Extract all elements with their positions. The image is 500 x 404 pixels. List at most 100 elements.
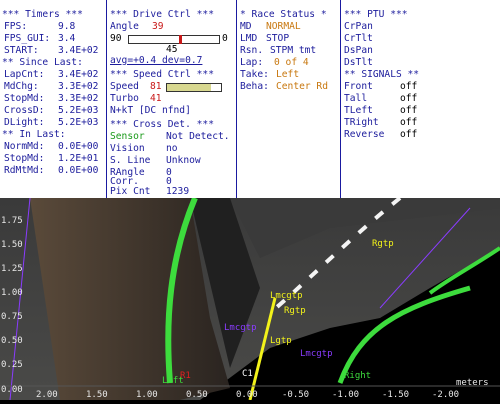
lap-value: 0 of 4 bbox=[274, 57, 309, 68]
rsn-label: Rsn. bbox=[240, 45, 264, 56]
timers-title: *** Timers *** bbox=[2, 9, 83, 20]
stopmd-last-label: StopMd: bbox=[4, 153, 45, 164]
dlight-value: 5.2E+03 bbox=[58, 117, 99, 128]
fps-gui-value: 3.4 bbox=[58, 33, 76, 44]
angle-marker bbox=[179, 35, 182, 44]
signals-title: ** SIGNALS ** bbox=[344, 69, 420, 80]
x-tick: 0.00 bbox=[236, 390, 258, 400]
lmcgtp-purple-marker: Lmcgtp bbox=[224, 323, 257, 333]
angle-range-max: 0 bbox=[222, 33, 228, 44]
nkt-status: N+kT [DC nfnd] bbox=[110, 105, 191, 116]
speed-value: 81 bbox=[150, 81, 162, 92]
x-tick: -1.50 bbox=[382, 390, 410, 400]
lmd-value: STOP bbox=[266, 33, 290, 44]
x-tick: -1.00 bbox=[332, 390, 360, 400]
signal-tleft-label: TLeft bbox=[344, 105, 373, 116]
rdmtmd-value: 0.0E+00 bbox=[58, 165, 99, 176]
signal-reverse-value: off bbox=[400, 129, 418, 140]
cross-det-title: *** Cross Det. *** bbox=[110, 119, 214, 130]
signal-tleft-value: off bbox=[400, 105, 418, 116]
ptu-title: *** PTU *** bbox=[344, 9, 408, 20]
crossd-value: 5.2E+03 bbox=[58, 105, 99, 116]
speed-label: Speed bbox=[110, 81, 139, 92]
column-divider bbox=[340, 0, 341, 198]
x-tick: -0.50 bbox=[282, 390, 310, 400]
lmcgtp-marker: Lmcgtp bbox=[270, 291, 303, 301]
take-label: Take: bbox=[240, 69, 269, 80]
signal-reverse-label: Reverse bbox=[344, 129, 385, 140]
mdchg-value: 3.3E+02 bbox=[58, 81, 99, 92]
rgtp-near-marker: Rgtp bbox=[284, 306, 306, 316]
turbo-label: Turbo bbox=[110, 93, 139, 104]
x-tick: 0.50 bbox=[186, 390, 208, 400]
speed-bar bbox=[166, 83, 222, 92]
ptu-item-dspan: DsPan bbox=[344, 45, 373, 56]
angle-avg-dev: avg=+0.4 dev=0.7 bbox=[110, 55, 203, 66]
y-tick: 0.00 bbox=[1, 385, 23, 395]
y-tick: 0.75 bbox=[1, 312, 23, 322]
sensor-label: Sensor bbox=[110, 131, 145, 142]
speed-bar-fill bbox=[167, 84, 211, 91]
stopmd-value: 3.3E+02 bbox=[58, 93, 99, 104]
start-label: START: bbox=[4, 45, 39, 56]
rdmtmd-label: RdMtMd: bbox=[4, 165, 45, 176]
rsn-value: STPM tmt bbox=[270, 45, 317, 56]
start-value: 3.4E+02 bbox=[58, 45, 99, 56]
c1-marker: C1 bbox=[242, 369, 253, 379]
x-tick: 2.00 bbox=[36, 390, 58, 400]
lmd-label: LMD bbox=[240, 33, 258, 44]
signal-tright-value: off bbox=[400, 117, 418, 128]
status-panel: *** Timers *** FPS: 9.8 FPS_GUI: 3.4 STA… bbox=[0, 0, 500, 198]
signal-front-label: Front bbox=[344, 81, 373, 92]
sensor-value: Not Detect. bbox=[166, 131, 230, 142]
md-label: MD bbox=[240, 21, 252, 32]
race-status-title: * Race Status * bbox=[240, 9, 327, 20]
fps-label: FPS: bbox=[4, 21, 28, 32]
angle-bar bbox=[128, 35, 220, 44]
angle-label: Angle bbox=[110, 21, 139, 32]
y-tick: 0.25 bbox=[1, 360, 23, 370]
stopmd-label: StopMd: bbox=[4, 93, 45, 104]
column-divider bbox=[236, 0, 237, 198]
signal-front-value: off bbox=[400, 81, 418, 92]
beha-value: Center Rd bbox=[276, 81, 328, 92]
signal-tall-value: off bbox=[400, 93, 418, 104]
since-last-title: ** Since Last: bbox=[2, 57, 83, 68]
normmd-label: NormMd: bbox=[4, 141, 45, 152]
pix-cnt-label: Pix Cnt bbox=[110, 186, 151, 197]
sline-value: Unknow bbox=[166, 155, 201, 166]
rgtp-marker: Rgtp bbox=[372, 239, 394, 249]
ptu-item-dstlt: DsTlt bbox=[344, 57, 373, 68]
telemetry-window: *** Timers *** FPS: 9.8 FPS_GUI: 3.4 STA… bbox=[0, 0, 500, 401]
left-lane-label: Left bbox=[162, 376, 184, 386]
x-tick: -2.00 bbox=[432, 390, 460, 400]
angle-value: 39 bbox=[152, 21, 164, 32]
x-tick: 1.50 bbox=[86, 390, 108, 400]
y-tick: 1.00 bbox=[1, 288, 23, 298]
vision-value: no bbox=[166, 143, 178, 154]
normmd-value: 0.0E+00 bbox=[58, 141, 99, 152]
sline-label: S. Line bbox=[110, 155, 151, 166]
crossd-label: CrossD: bbox=[4, 105, 45, 116]
lmcgtp-right-marker: Lmcgtp bbox=[300, 349, 333, 359]
signal-tright-label: TRight bbox=[344, 117, 379, 128]
y-tick: 0.50 bbox=[1, 336, 23, 346]
ptu-item-crtlt: CrTlt bbox=[344, 33, 373, 44]
right-lane-label: Right bbox=[344, 371, 371, 381]
lgtp-marker: Lgtp bbox=[270, 336, 292, 346]
column-divider bbox=[106, 0, 107, 198]
camera-scene: R1 Lmcgtp Rgtp Rgtp Lgtp Lmcgtp Lmcgtp L… bbox=[0, 196, 500, 401]
lapcnt-value: 3.4E+02 bbox=[58, 69, 99, 80]
stopmd-last-value: 1.2E+01 bbox=[58, 153, 99, 164]
units-label: meters bbox=[456, 378, 489, 388]
speed-title: *** Speed Ctrl *** bbox=[110, 69, 214, 80]
in-last-title: ** In Last: bbox=[2, 129, 66, 140]
beha-label: Beha: bbox=[240, 81, 269, 92]
x-tick: 1.00 bbox=[136, 390, 158, 400]
fps-gui-label: FPS_GUI: bbox=[4, 33, 51, 44]
drive-title: *** Drive Ctrl *** bbox=[110, 9, 214, 20]
lap-label: Lap: bbox=[240, 57, 264, 68]
mdchg-label: MdChg: bbox=[4, 81, 39, 92]
angle-range-min: 90 bbox=[110, 33, 122, 44]
md-value: NORMAL bbox=[266, 21, 301, 32]
